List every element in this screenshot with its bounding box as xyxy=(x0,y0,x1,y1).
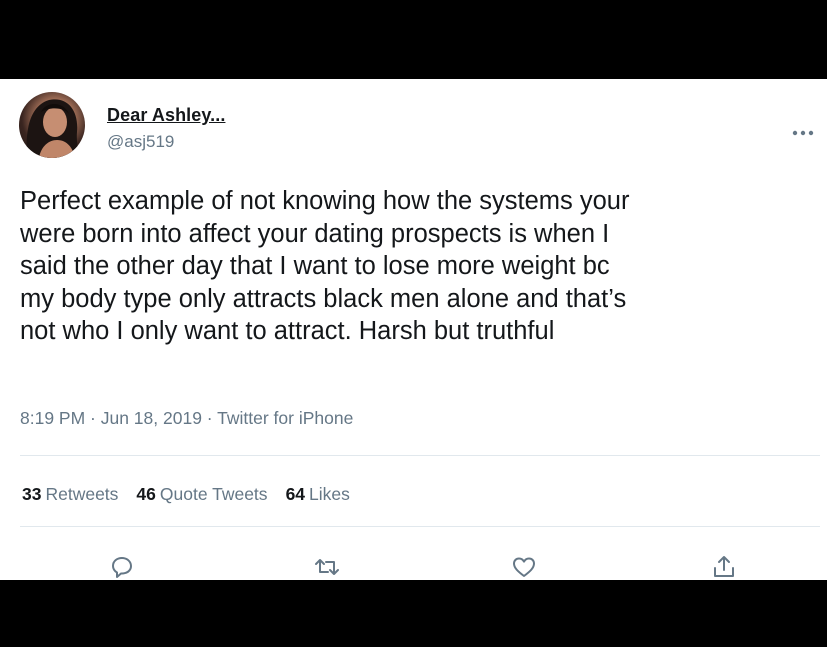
retweet-button[interactable] xyxy=(313,553,341,580)
tweet-text: Perfect example of not knowing how the s… xyxy=(20,187,630,346)
tweet-card: Dear Ashley... @asj519 Perfect example o… xyxy=(0,79,827,580)
display-name[interactable]: Dear Ashley... xyxy=(107,105,225,126)
avatar[interactable] xyxy=(19,92,85,158)
quotes-stat[interactable]: 46 Quote Tweets xyxy=(136,484,267,505)
reply-icon xyxy=(112,557,132,578)
retweets-label: Retweets xyxy=(45,484,119,504)
retweets-stat[interactable]: 33 Retweets xyxy=(22,484,118,505)
avatar-image xyxy=(26,99,81,158)
tweet-stats: 33 Retweets 46 Quote Tweets 64 Likes xyxy=(22,484,368,505)
reply-button[interactable] xyxy=(108,553,136,580)
likes-count: 64 xyxy=(285,484,306,504)
more-icon[interactable] xyxy=(790,128,816,138)
likes-stat[interactable]: 64 Likes xyxy=(286,484,350,505)
heart-icon xyxy=(513,557,535,577)
tweet-timestamp[interactable]: 8:19 PM · Jun 18, 2019 · Twitter for iPh… xyxy=(20,408,353,429)
like-button[interactable] xyxy=(510,553,538,580)
share-icon xyxy=(714,556,734,577)
quotes-label: Quote Tweets xyxy=(159,484,268,504)
divider xyxy=(20,455,820,456)
likes-label: Likes xyxy=(309,484,350,504)
quotes-count: 46 xyxy=(136,484,156,504)
user-handle[interactable]: @asj519 xyxy=(107,132,174,152)
share-button[interactable] xyxy=(710,553,738,580)
divider xyxy=(20,526,820,527)
retweets-count: 33 xyxy=(22,484,42,504)
retweet-icon xyxy=(315,559,339,575)
